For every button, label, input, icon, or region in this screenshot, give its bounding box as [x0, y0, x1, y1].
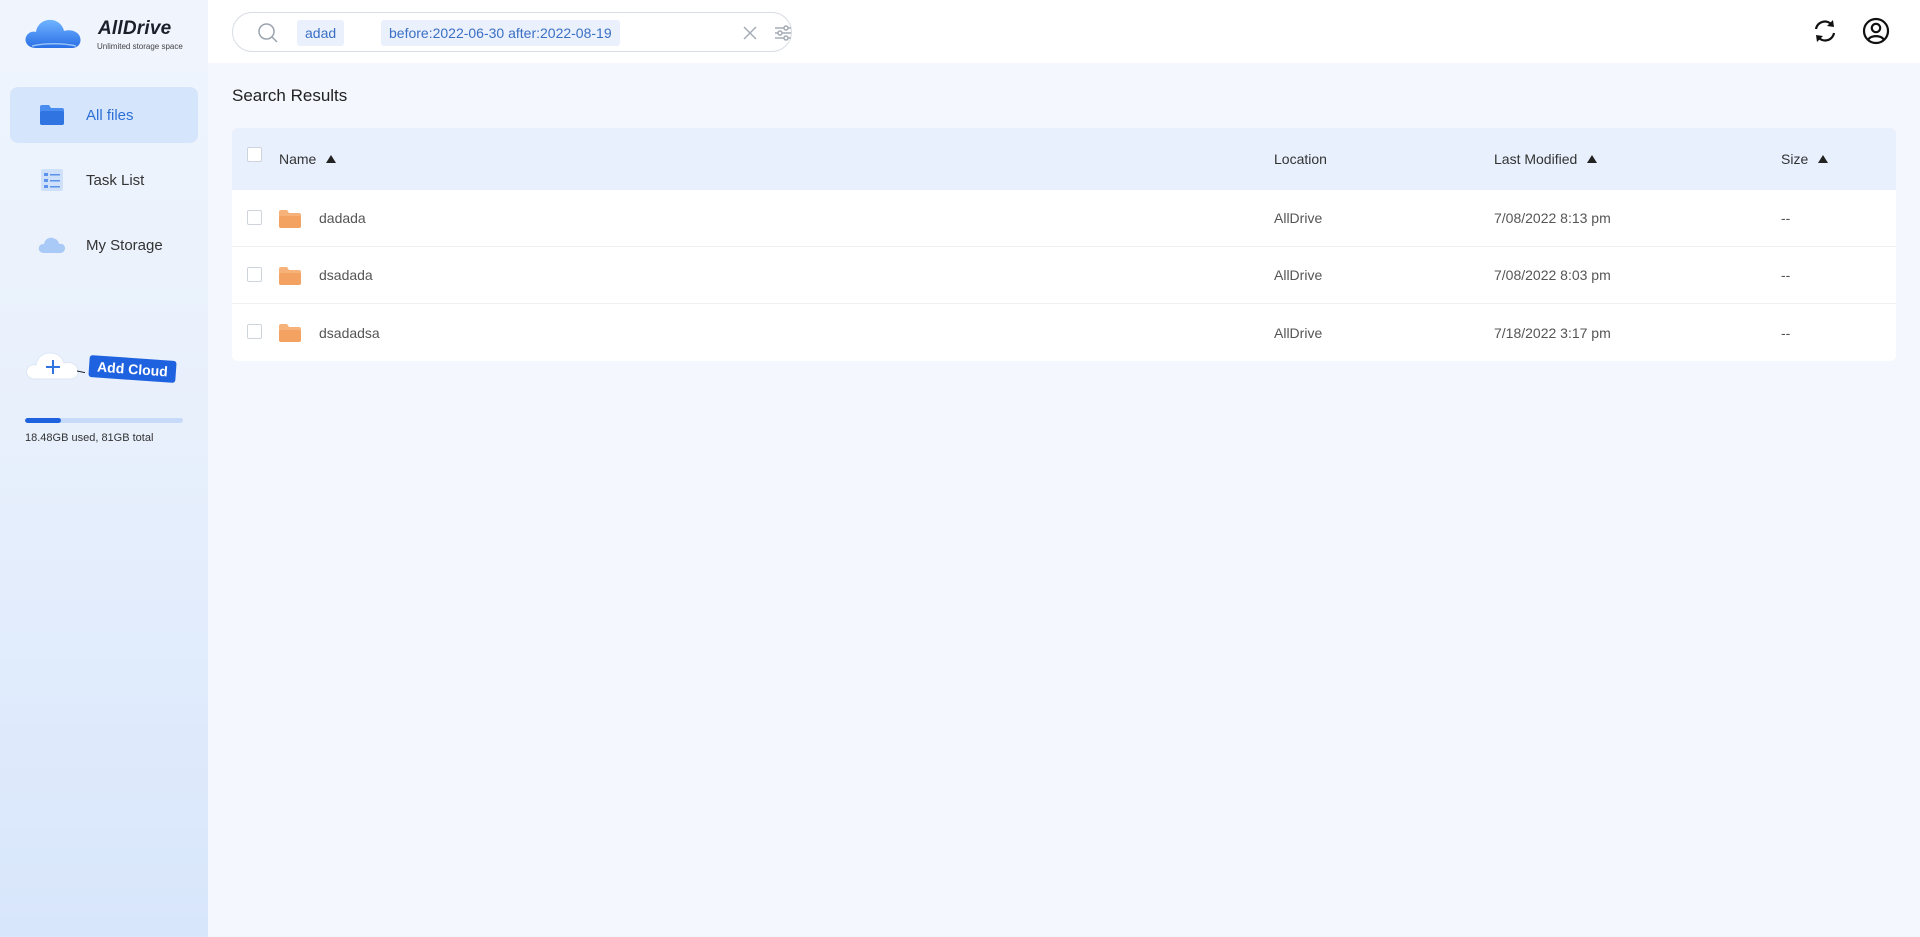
- file-location: AllDrive: [1274, 324, 1323, 341]
- file-modified: 7/18/2022 3:17 pm: [1494, 324, 1611, 341]
- sidebar-item-label: Task List: [86, 171, 145, 189]
- column-header-name[interactable]: Name: [279, 151, 337, 167]
- table-row[interactable]: dsadada AllDrive 7/08/2022 8:03 pm --: [232, 247, 1896, 304]
- table-header: Name Location Last Modified Size: [232, 128, 1896, 190]
- file-size: --: [1781, 210, 1791, 226]
- row-checkbox[interactable]: [247, 267, 262, 282]
- row-checkbox[interactable]: [247, 324, 262, 339]
- file-location: AllDrive: [1274, 267, 1323, 283]
- column-header-size[interactable]: Size: [1781, 151, 1829, 167]
- sidebar-nav: All files Task List My Storage: [10, 87, 198, 282]
- add-cloud-button[interactable]: Add Cloud: [25, 343, 185, 393]
- column-header-label: Size: [1781, 151, 1809, 167]
- sort-ascending-icon[interactable]: [1818, 155, 1829, 163]
- folder-icon: [279, 210, 301, 228]
- main-content: Search Results Name Location Last Modifi…: [208, 63, 1920, 937]
- folder-icon: [38, 103, 66, 127]
- file-modified: 7/08/2022 8:03 pm: [1494, 267, 1611, 283]
- column-header-location[interactable]: Location: [1274, 151, 1327, 167]
- add-cloud-label: Add Cloud: [88, 354, 177, 384]
- file-size: --: [1781, 267, 1791, 283]
- file-modified: 7/08/2022 8:13 pm: [1494, 210, 1611, 226]
- row-checkbox[interactable]: [247, 210, 262, 225]
- column-header-last-modified[interactable]: Last Modified: [1494, 151, 1598, 167]
- column-header-label: Last Modified: [1494, 151, 1578, 167]
- brand-logo[interactable]: AllDrive Unlimited storage space: [24, 14, 204, 54]
- file-name[interactable]: dadada: [319, 210, 366, 226]
- folder-icon: [279, 324, 301, 342]
- folder-icon: [279, 267, 301, 285]
- search-chip-keyword[interactable]: adad: [297, 20, 345, 46]
- user-account-icon[interactable]: [1862, 17, 1890, 45]
- add-cloud-icon: [25, 352, 85, 380]
- sort-ascending-icon[interactable]: [1587, 155, 1598, 163]
- cloud-icon: [38, 233, 66, 257]
- sidebar-item-all-files[interactable]: All files: [10, 87, 198, 143]
- page-title: Search Results: [232, 86, 348, 105]
- results-table: Name Location Last Modified Size dadada …: [232, 128, 1896, 361]
- sidebar-item-label: All files: [86, 106, 134, 124]
- sidebar: AllDrive Unlimited storage space All fil…: [0, 0, 208, 937]
- column-header-label: Name: [279, 151, 317, 167]
- storage-progress-fill: [25, 418, 62, 423]
- top-bar: adad before:2022-06-30 after:2022-08-19: [208, 0, 1920, 63]
- file-name[interactable]: dsadadsa: [319, 325, 380, 341]
- cloud-logo-icon: [25, 19, 81, 48]
- filter-icon[interactable]: [773, 24, 793, 42]
- search-icon: [258, 23, 278, 43]
- file-name[interactable]: dsadada: [319, 267, 373, 283]
- brand-name: AllDrive: [98, 18, 172, 39]
- search-chip-date-range[interactable]: before:2022-06-30 after:2022-08-19: [381, 20, 620, 46]
- close-icon[interactable]: [741, 24, 759, 42]
- brand-tagline: Unlimited storage space: [97, 42, 183, 51]
- table-row[interactable]: dadada AllDrive 7/08/2022 8:13 pm --: [232, 190, 1896, 247]
- select-all-checkbox[interactable]: [247, 147, 262, 162]
- file-size: --: [1781, 324, 1791, 341]
- storage-usage-text: 18.48GB used, 81GB total: [25, 432, 154, 444]
- sidebar-item-task-list[interactable]: Task List: [10, 152, 198, 208]
- sidebar-item-label: My Storage: [86, 236, 163, 254]
- storage-progress-bar: [25, 418, 183, 423]
- refresh-icon[interactable]: [1811, 17, 1839, 45]
- task-list-icon: [38, 168, 66, 192]
- sidebar-item-my-storage[interactable]: My Storage: [10, 217, 198, 273]
- search-box[interactable]: adad before:2022-06-30 after:2022-08-19: [232, 12, 792, 52]
- file-location: AllDrive: [1274, 210, 1323, 226]
- sort-ascending-icon[interactable]: [326, 155, 337, 163]
- table-row[interactable]: dsadadsa AllDrive 7/18/2022 3:17 pm --: [232, 304, 1896, 361]
